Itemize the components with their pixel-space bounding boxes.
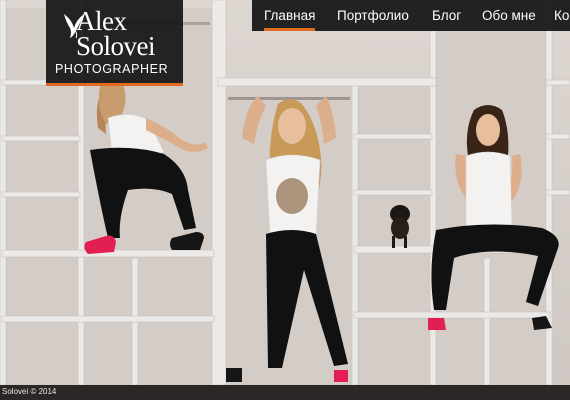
nav-item-contacts[interactable]: Ко [554,0,569,31]
main-nav: Главная Портфолио Блог Обо мне Ко [252,0,570,31]
nav-item-home[interactable]: Главная [264,0,316,31]
logo-subtitle: PHOTOGRAPHER [55,62,169,76]
copyright-text: Solovei © 2014 [2,387,57,396]
site-logo[interactable]: Alex Solovei PHOTOGRAPHER [46,0,183,86]
logo-name-last: Solovei [76,31,156,61]
logo-name: Alex Solovei [76,8,156,61]
nav-item-blog[interactable]: Блог [432,0,461,31]
footer: Solovei © 2014 [0,385,570,400]
nav-item-portfolio[interactable]: Портфолио [337,0,409,31]
nav-item-about[interactable]: Обо мне [482,0,536,31]
